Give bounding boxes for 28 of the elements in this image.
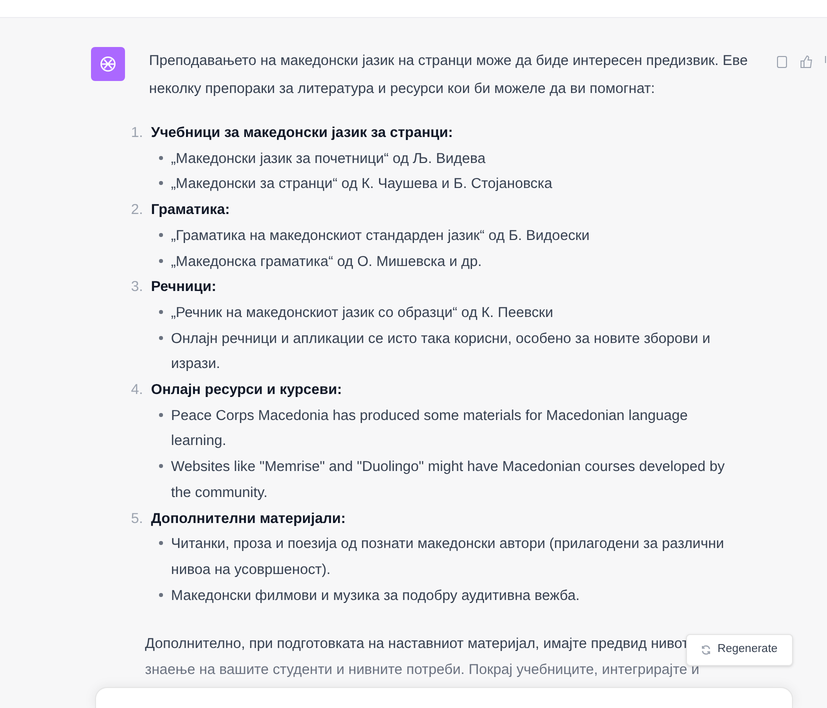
regenerate-button[interactable]: Regenerate: [686, 634, 793, 666]
list-item-text: Онлајн речници и апликации се исто така корисни, особено за новите зборови и изрази.: [171, 330, 712, 374]
section-heading: Дополнителни материјали:: [151, 510, 346, 529]
list-item-text: Македонски филмови и музика за подобру аудитивна вежба.: [171, 586, 580, 606]
section-heading: Учебници за македонски јазик за странци:: [151, 124, 453, 143]
list-number: 4.: [130, 381, 143, 400]
list-number: 1.: [130, 124, 143, 143]
thumbs-up-icon[interactable]: [800, 55, 813, 69]
list-number: 2.: [130, 201, 143, 220]
section-heading: Онлајн ресурси и курсеви:: [151, 381, 342, 400]
intro-paragraph: Преподавањето на македонски јазик на странци може да биде интересен предизвик. Еве неколку препораки за литература и ресурси кои би можеле да ви помогнат:: [149, 52, 749, 99]
list-item-text: „Речник на македонскиот јазик со образци“ од К. Пеевски: [171, 304, 554, 323]
refresh-icon: [701, 645, 712, 655]
list-item-text: „Граматика на македонскиот стандарден јазик“ од Б. Видоески: [171, 226, 590, 246]
message-input[interactable]: [95, 687, 793, 708]
list-item-text: „Македонски за странци“ од К. Чаушева и Б. Стојановска: [171, 175, 552, 194]
list-number: 3.: [130, 278, 143, 298]
list-item-text: Peace Corps Macedonia has produced some materials for Macedonian language learning.: [171, 406, 689, 452]
section-heading: Речници:: [151, 278, 216, 298]
copy-icon[interactable]: [776, 55, 788, 69]
list-item-text: Читанки, проза и поезија од познати македонски автори (прилагодени за различни нивоа на усовршеност).: [171, 535, 726, 580]
closing-paragraph-line: Дополнително, при подготовката на наставниот материјал, имајте предвид нивот: [145, 635, 689, 654]
logo-icon: [98, 54, 118, 74]
list-item-text: „Македонски јазик за почетници“ од Љ. Видева: [171, 150, 486, 169]
section-heading: Граматика:: [151, 201, 230, 220]
list-item-text: „Македонска граматика“ од О. Мишевска и др.: [171, 252, 482, 272]
list-number: 5.: [130, 510, 143, 529]
list-item-text: Websites like "Memrise" and "Duolingo" might have Macedonian courses developed by the community.: [171, 458, 726, 503]
